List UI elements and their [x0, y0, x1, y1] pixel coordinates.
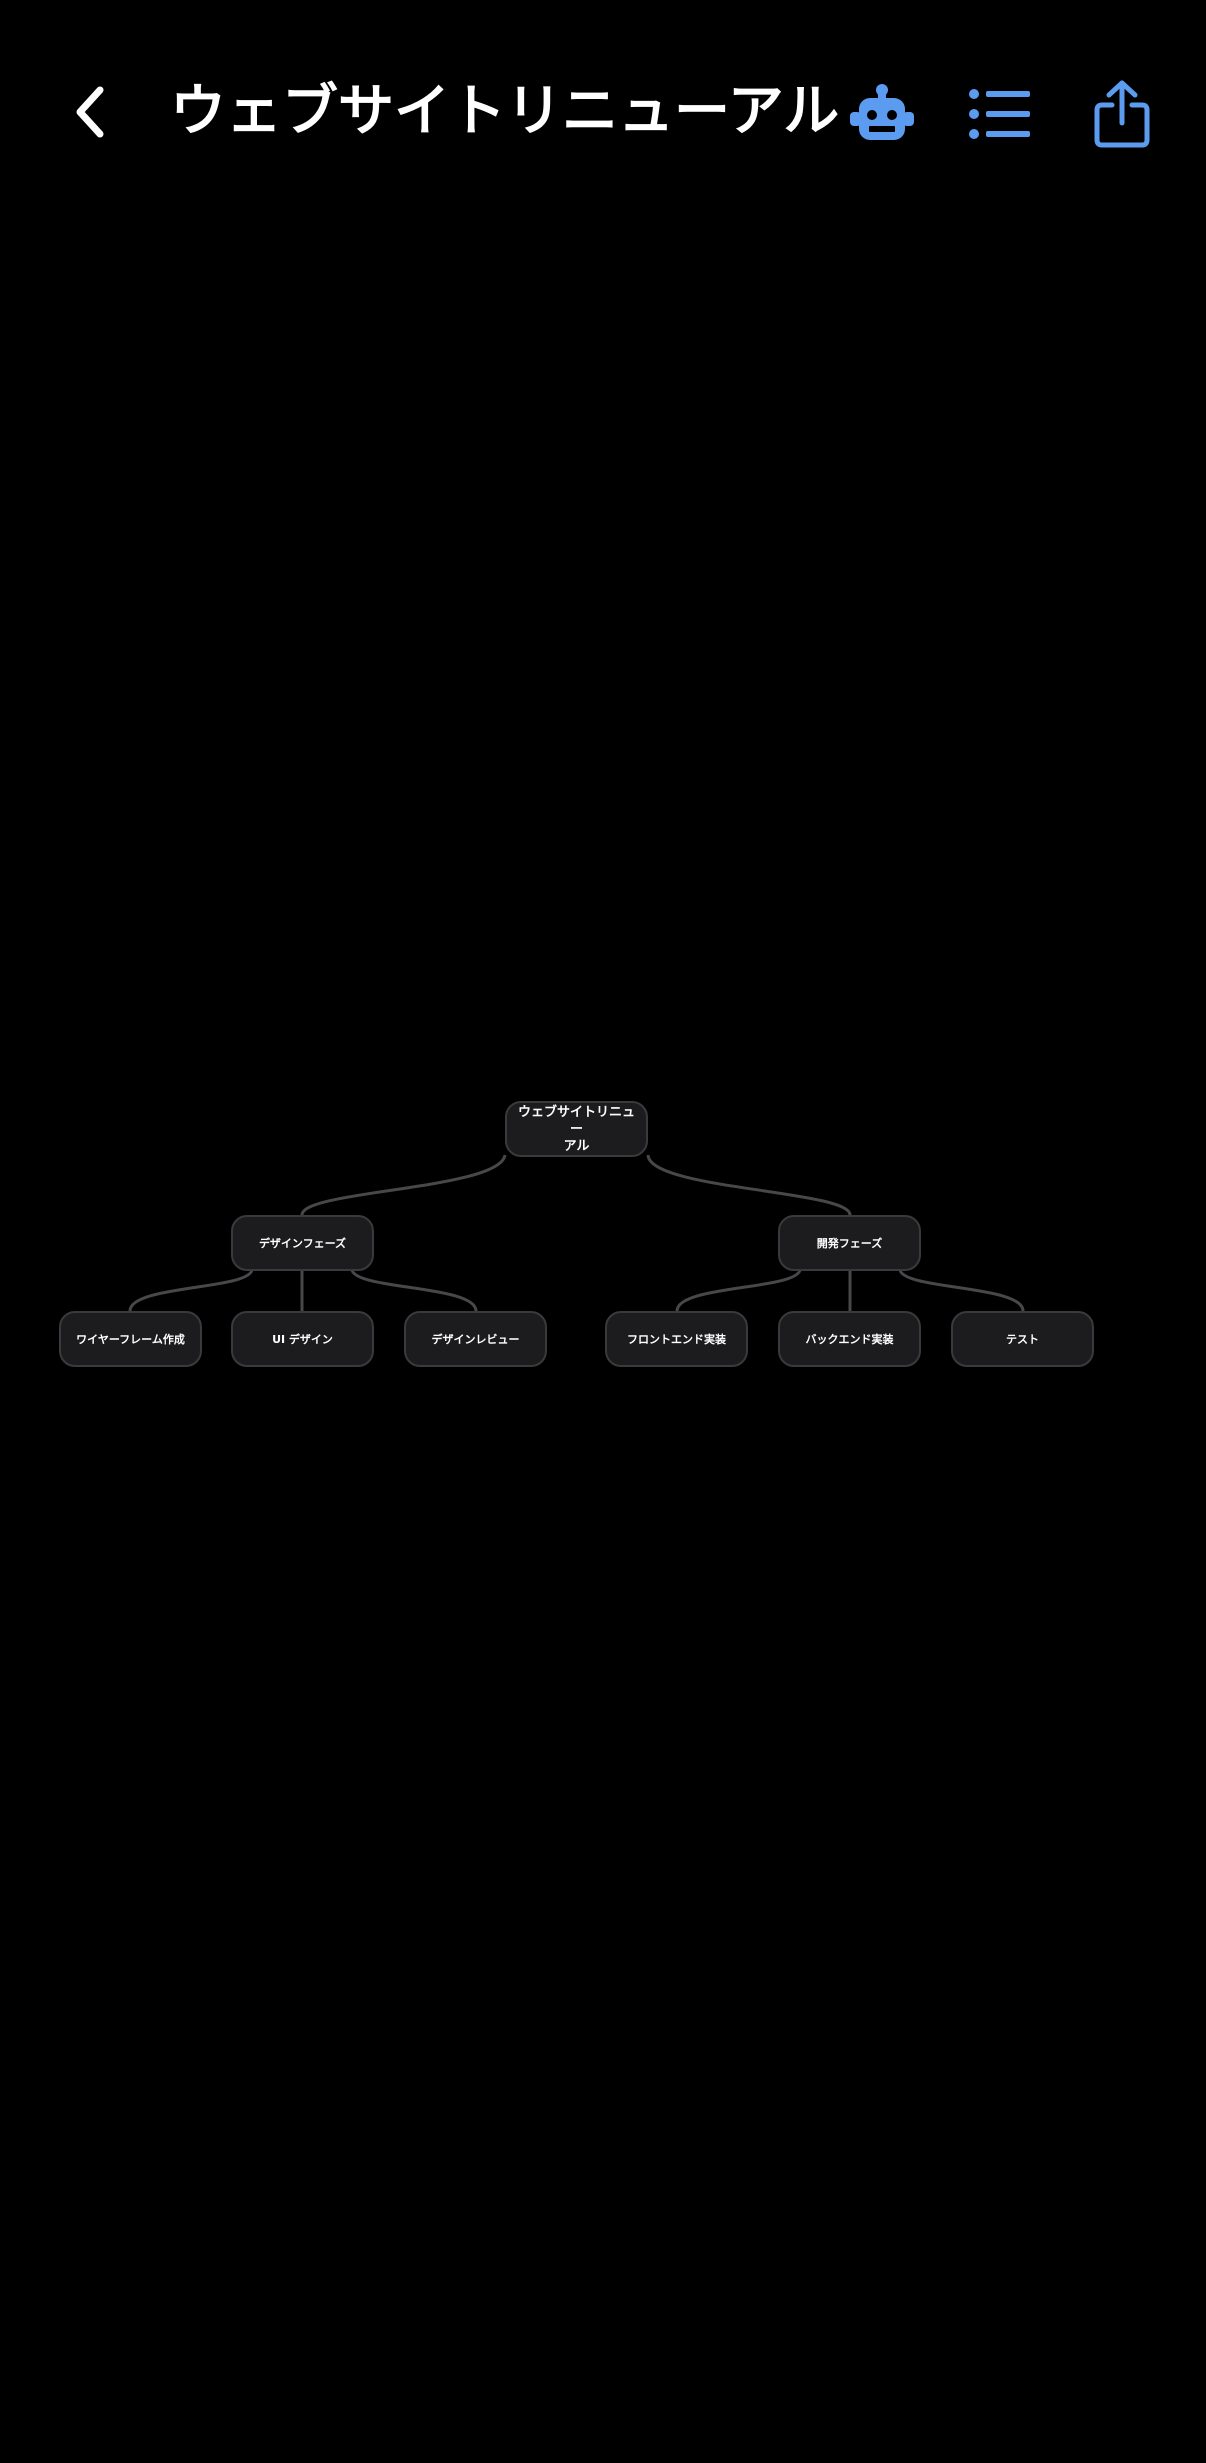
- leaf-node-backend[interactable]: バックエンド実装: [778, 1311, 921, 1367]
- connector-dev-test: [898, 1269, 1025, 1312]
- leaf-node-label: フロントエンド実装: [627, 1333, 726, 1346]
- mind-map-canvas[interactable]: ウェブサイトリニュー アル デザインフェーズ 開発フェーズ ワイヤーフレーム作成…: [0, 0, 1206, 2463]
- connector-root-design: [300, 1154, 507, 1216]
- leaf-node-design-review[interactable]: デザインレビュー: [404, 1311, 547, 1367]
- leaf-node-label: ワイヤーフレーム作成: [76, 1333, 185, 1346]
- leaf-node-label: バックエンド実装: [805, 1333, 894, 1346]
- leaf-node-wireframe[interactable]: ワイヤーフレーム作成: [59, 1311, 202, 1367]
- app-screen: ウェブサイトリニューアル ウェブサイトリニュー アル デザインフェーズ 開発フェ…: [0, 0, 1206, 2463]
- mind-map-root-node[interactable]: ウェブサイトリニュー アル: [505, 1101, 648, 1157]
- leaf-node-test[interactable]: テスト: [951, 1311, 1094, 1367]
- branch-node-label: デザインフェーズ: [258, 1237, 347, 1250]
- connector-dev-frontend: [675, 1269, 802, 1312]
- branch-node-development-phase[interactable]: 開発フェーズ: [778, 1215, 921, 1271]
- connector-root-dev: [646, 1154, 852, 1216]
- branch-node-label: 開発フェーズ: [816, 1237, 883, 1250]
- branch-node-design-phase[interactable]: デザインフェーズ: [231, 1215, 374, 1271]
- connector-design-review: [350, 1269, 478, 1312]
- root-node-label: ウェブサイトリニュー アル: [517, 1104, 635, 1154]
- leaf-node-label: デザインレビュー: [431, 1333, 520, 1346]
- leaf-node-frontend[interactable]: フロントエンド実装: [605, 1311, 748, 1367]
- mind-map-connectors: [128, 1154, 1025, 1312]
- connector-design-wireframe: [128, 1269, 254, 1312]
- leaf-node-label: UI デザイン: [272, 1333, 333, 1346]
- leaf-node-ui-design[interactable]: UI デザイン: [231, 1311, 374, 1367]
- leaf-node-label: テスト: [1006, 1333, 1039, 1346]
